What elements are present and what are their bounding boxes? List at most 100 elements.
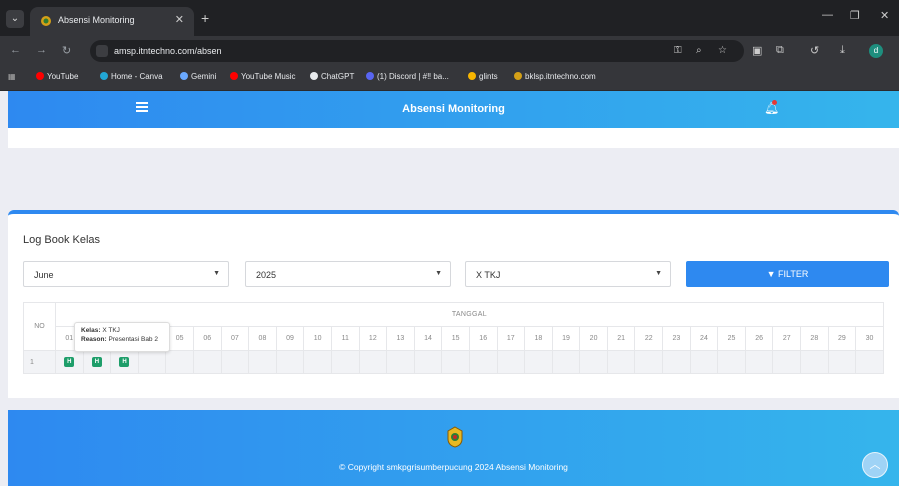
back-icon[interactable]: ← [10,44,21,56]
restore-icon[interactable]: ❐ [850,9,860,22]
scroll-to-top-button[interactable]: ︿ [862,452,888,478]
bookmark-label: YouTube [47,72,79,81]
day-header-cell: 07 [220,326,250,351]
day-header-cell: 14 [413,326,443,351]
day-header-cell: 15 [441,326,470,351]
forward-icon[interactable]: → [36,44,47,56]
minimize-icon[interactable]: — [822,9,833,21]
day-header-cell: 05 [165,326,194,351]
month-select[interactable]: June ▼ [23,261,229,287]
attendance-cell [386,350,415,374]
chevron-down-icon: ▼ [435,270,442,277]
chevron-down-icon: ▼ [213,270,220,277]
site-info-icon[interactable] [96,45,108,57]
attendance-tooltip: Kelas: X TKJ Reason: Presentasi Bab 2 [74,322,170,352]
present-badge[interactable]: H [64,357,75,367]
chatgpt-icon [310,72,318,80]
day-header-cell: 11 [330,326,360,351]
day-header-cell: 30 [855,326,884,351]
bookmark-glints[interactable]: glints [468,72,498,81]
present-badge[interactable]: H [119,357,130,367]
emblem-favicon-icon [41,16,51,26]
filter-button[interactable]: ▼ FILTER [686,261,889,287]
bookmark-label: Home - Canva [111,72,163,81]
bookmark-gemini[interactable]: Gemini [180,72,216,81]
school-emblem-icon [447,426,463,448]
day-header-cell: 08 [248,326,277,351]
year-value: 2025 [256,270,277,280]
extension-icon[interactable]: ▣ [752,44,762,57]
bookmark-label: bklsp.itntechno.com [525,72,596,81]
close-icon[interactable]: ✕ [175,13,184,26]
table-row: 1 H H H [23,350,884,374]
bookmark-canva[interactable]: Home - Canva [100,72,163,81]
bookmark-label: glints [479,72,498,81]
download-icon[interactable]: ⤓ [840,44,845,57]
day-header-cell: 18 [524,326,553,351]
key-icon[interactable]: ⚿ [674,45,682,56]
bookmark-chatgpt[interactable]: ChatGPT [310,72,354,81]
browser-toolbar: ← → ↻ amsp.itntechno.com/absen ⚿ ⌕ ☆ ▣ ⧉… [0,36,899,66]
year-select[interactable]: 2025 ▼ [245,261,451,287]
bookmark-discord[interactable]: (1) Discord | #‼ ba... [366,72,449,81]
tab-search-icon[interactable]: ⌄ [6,10,24,28]
attendance-cell [606,350,636,374]
bookmark-star-icon[interactable]: ☆ [718,45,727,56]
attendance-cell [827,350,857,374]
history-icon[interactable]: ↺ [810,44,819,57]
day-header-cell: 06 [192,326,222,351]
day-header-cell: 19 [551,326,581,351]
browser-tab[interactable]: Absensi Monitoring ✕ [30,7,194,36]
day-header-cell: 20 [579,326,608,351]
day-header-cell: 17 [496,326,526,351]
puzzle-icon[interactable]: ⧉ [776,44,784,57]
canva-icon [100,72,108,80]
youtube-music-icon [230,72,238,80]
bookmark-bklsp[interactable]: bklsp.itntechno.com [514,72,596,81]
zoom-icon[interactable]: ⌕ [696,45,702,56]
sub-header-bar [8,128,899,148]
new-tab-icon[interactable]: + [201,10,209,26]
attendance-cell [303,350,332,374]
window-close-icon[interactable]: ✕ [880,9,889,22]
filter-label: FILTER [778,269,809,279]
day-header-cell: 24 [689,326,719,351]
present-badge[interactable]: H [91,357,102,367]
tab-title: Absensi Monitoring [58,15,135,25]
attendance-cell [689,350,719,374]
attendance-cell [855,350,884,374]
bookmark-youtube[interactable]: YouTube [36,72,78,81]
chevron-up-icon: ︿ [869,459,881,471]
day-header-cell: 12 [358,326,388,351]
reload-icon[interactable]: ↻ [62,44,71,57]
url-text: amsp.itntechno.com/absen [114,46,222,56]
attendance-cell [413,350,443,374]
attendance-cell [137,350,167,374]
attendance-cell [358,350,388,374]
bookmarks-bar: ▦ YouTube Home - Canva Gemini YouTube Mu… [0,66,899,91]
attendance-cell [330,350,360,374]
day-header-cell: 23 [662,326,691,351]
youtube-icon [36,72,44,80]
attendance-cell [772,350,802,374]
glints-icon [468,72,476,80]
day-header-cell: 10 [303,326,332,351]
attendance-cell [468,350,498,374]
address-bar[interactable]: amsp.itntechno.com/absen ⚿ ⌕ ☆ [90,40,744,62]
attendance-cell: H [55,350,84,374]
row-number: 1 [23,350,56,374]
attendance-cell [634,350,664,374]
kelas-label: Kelas: [81,327,101,334]
class-select[interactable]: X TKJ ▼ [465,261,671,287]
day-header-cell: 25 [717,326,746,351]
bookmark-youtube-music[interactable]: YouTube Music [230,72,296,81]
apps-grid-icon[interactable]: ▦ [8,72,16,81]
notification-badge [772,100,777,105]
no-header: NO [23,302,56,351]
filter-icon: ▼ [766,269,776,279]
profile-avatar[interactable]: d [869,44,883,58]
card-title: Log Book Kelas [23,234,101,246]
day-header-cell: 21 [606,326,636,351]
attendance-cell [275,350,305,374]
browser-tab-bar: ⌄ Absensi Monitoring ✕ + — ❐ ✕ [0,0,899,36]
